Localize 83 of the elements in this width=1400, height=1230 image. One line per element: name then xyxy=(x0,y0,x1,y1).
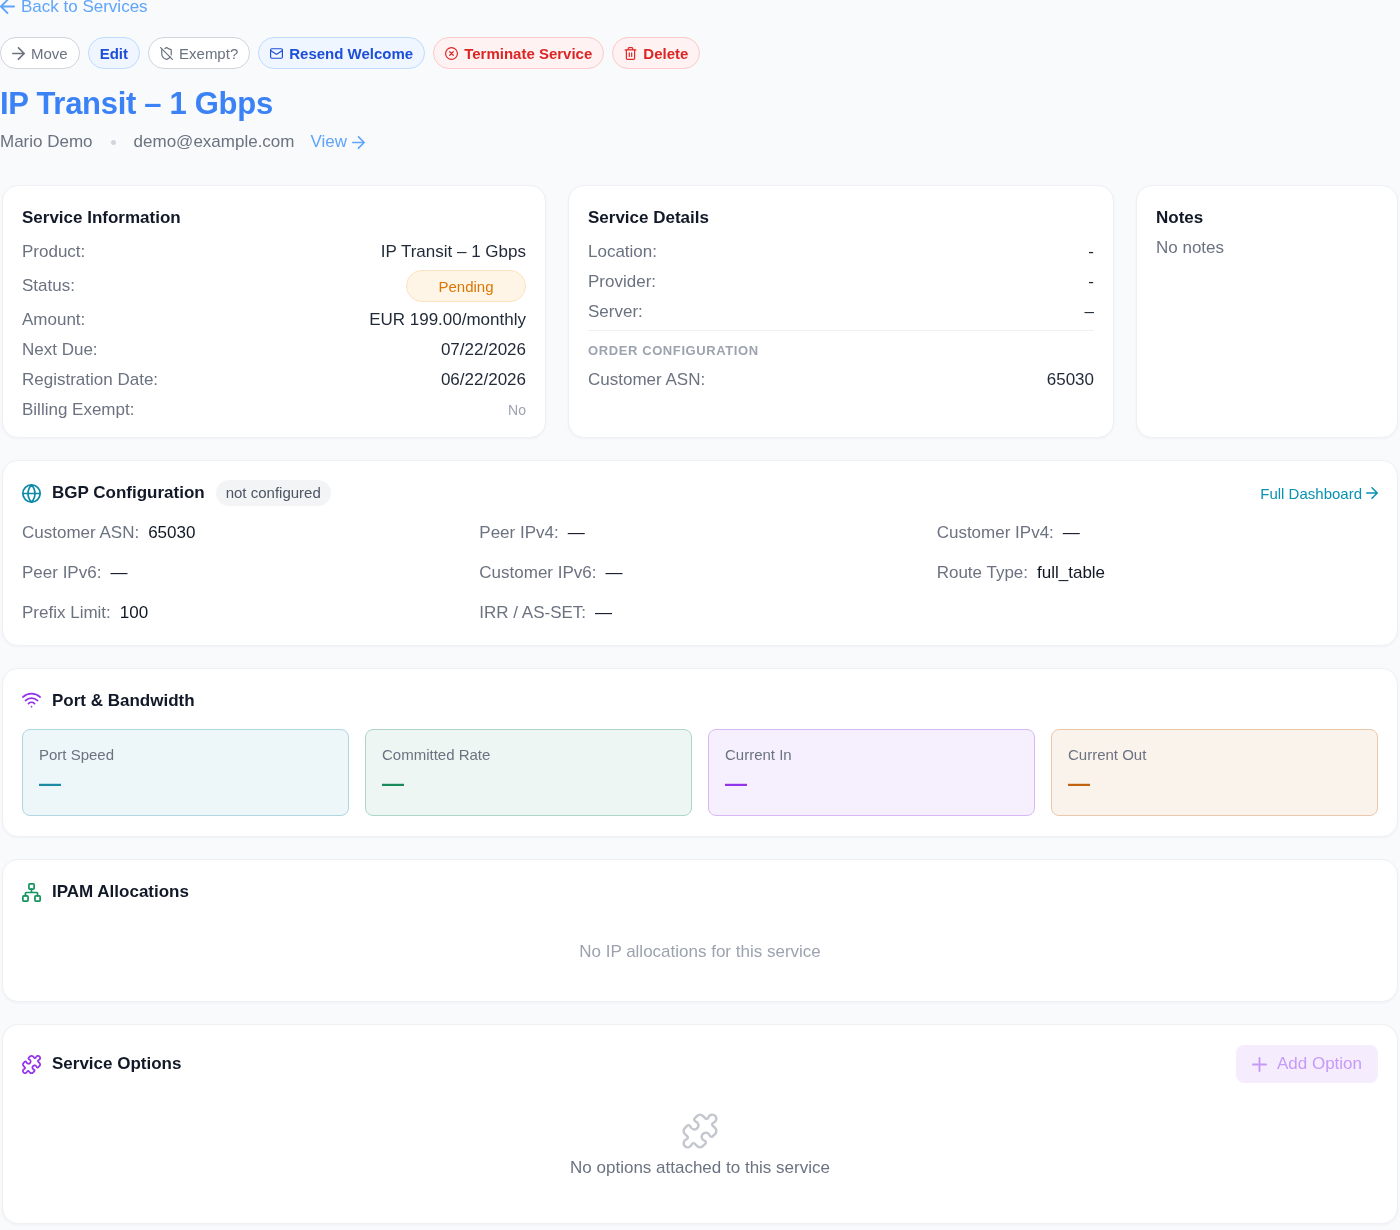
arrow-right-icon xyxy=(352,135,366,149)
bullet-icon xyxy=(110,139,116,145)
metric-label: Committed Rate xyxy=(382,745,491,765)
plus-icon xyxy=(1251,1056,1267,1072)
field-label: Peer IPv6: xyxy=(22,563,102,583)
field-label: Product: xyxy=(22,242,86,262)
metric-label: Current In xyxy=(725,745,792,765)
field-value: 06/22/2026 xyxy=(440,370,526,390)
section-title: Port & Bandwidth xyxy=(52,690,195,712)
delete-button[interactable]: Delete xyxy=(612,37,701,69)
field-label: Next Due: xyxy=(22,340,98,360)
metric-label: Current Out xyxy=(1068,745,1147,765)
section-title: BGP Configuration xyxy=(52,482,205,504)
field-value: - xyxy=(1088,242,1094,262)
arrow-right-icon xyxy=(1366,487,1378,499)
field-value: IP Transit – 1 Gbps xyxy=(380,242,526,262)
field-label: Peer IPv4: xyxy=(479,523,559,543)
terminate-button[interactable]: Terminate Service xyxy=(433,37,605,69)
status-badge: not configured xyxy=(215,480,331,506)
card-title: Notes xyxy=(1156,207,1205,229)
metric-value: — xyxy=(1068,771,1090,797)
move-button[interactable]: Move xyxy=(0,37,80,69)
field-label: Server: xyxy=(588,302,643,322)
resend-button[interactable]: Resend Welcome xyxy=(258,37,426,69)
field-label: Location: xyxy=(588,242,657,262)
field-value: full_table xyxy=(1037,563,1106,583)
network-icon xyxy=(22,882,41,902)
field-value: - xyxy=(1088,272,1094,292)
section-title: IPAM Allocations xyxy=(52,881,189,903)
field-value: – xyxy=(1084,302,1094,322)
field-label: Amount: xyxy=(22,310,86,330)
trash-icon xyxy=(624,46,638,60)
puzzle-icon xyxy=(682,1113,718,1149)
field-label: Customer ASN: xyxy=(22,523,140,543)
arrow-left-icon xyxy=(0,0,15,14)
field-value: 100 xyxy=(119,603,149,623)
field-value: — xyxy=(605,563,623,583)
field-label: IRR / AS-SET: xyxy=(479,603,587,623)
field-value: 65030 xyxy=(148,523,196,543)
field-value: — xyxy=(567,523,585,543)
field-value: — xyxy=(110,563,128,583)
globe-icon xyxy=(22,483,41,503)
edit-button[interactable]: Edit xyxy=(87,37,141,69)
customer-email: demo@example.com xyxy=(133,132,295,152)
full-dashboard-link[interactable]: Full Dashboard xyxy=(1260,484,1378,502)
card-title: Service Details xyxy=(588,207,710,229)
field-label: Status: xyxy=(22,276,75,296)
field-value: — xyxy=(595,603,613,623)
exempt-button[interactable]: Exempt? xyxy=(148,37,251,69)
envelope-icon xyxy=(270,46,284,60)
puzzle-icon xyxy=(22,1054,41,1074)
back-link[interactable]: Back to Services xyxy=(0,0,148,16)
section-heading: ORDER CONFIGURATION xyxy=(588,341,760,360)
x-circle-icon xyxy=(445,46,459,60)
field-label: Registration Date: xyxy=(22,370,159,390)
metric-value: — xyxy=(39,771,61,797)
field-value: EUR 199.00/monthly xyxy=(369,310,526,330)
field-label: Provider: xyxy=(588,272,657,292)
empty-message: No options attached to this service xyxy=(570,1157,830,1179)
notes-text: No notes xyxy=(1156,237,1226,259)
field-value: — xyxy=(1062,523,1080,543)
customer-name: Mario Demo xyxy=(0,132,93,152)
metric-label: Port Speed xyxy=(39,745,115,765)
wifi-icon xyxy=(22,691,41,711)
metric-value: — xyxy=(725,771,747,797)
field-value: 65030 xyxy=(1046,370,1094,390)
card-title: Service Information xyxy=(22,207,182,229)
shield-off-icon xyxy=(160,46,174,60)
field-value: No xyxy=(508,402,526,418)
view-link[interactable]: View xyxy=(310,132,366,152)
field-label: Prefix Limit: xyxy=(22,603,111,623)
field-label: Customer IPv4: xyxy=(936,523,1054,543)
field-label: Customer ASN: xyxy=(588,370,706,390)
arrow-right-icon xyxy=(12,46,25,60)
field-value: 07/22/2026 xyxy=(440,340,526,360)
page-title: IP Transit – 1 Gbps xyxy=(0,86,274,122)
metric-value: — xyxy=(382,771,404,797)
status-badge: Pending xyxy=(406,270,526,302)
field-label: Billing Exempt: xyxy=(22,400,135,420)
field-label: Customer IPv6: xyxy=(479,563,597,583)
field-label: Route Type: xyxy=(936,563,1028,583)
empty-message: No IP allocations for this service xyxy=(578,941,822,963)
section-title: Service Options xyxy=(52,1053,182,1075)
